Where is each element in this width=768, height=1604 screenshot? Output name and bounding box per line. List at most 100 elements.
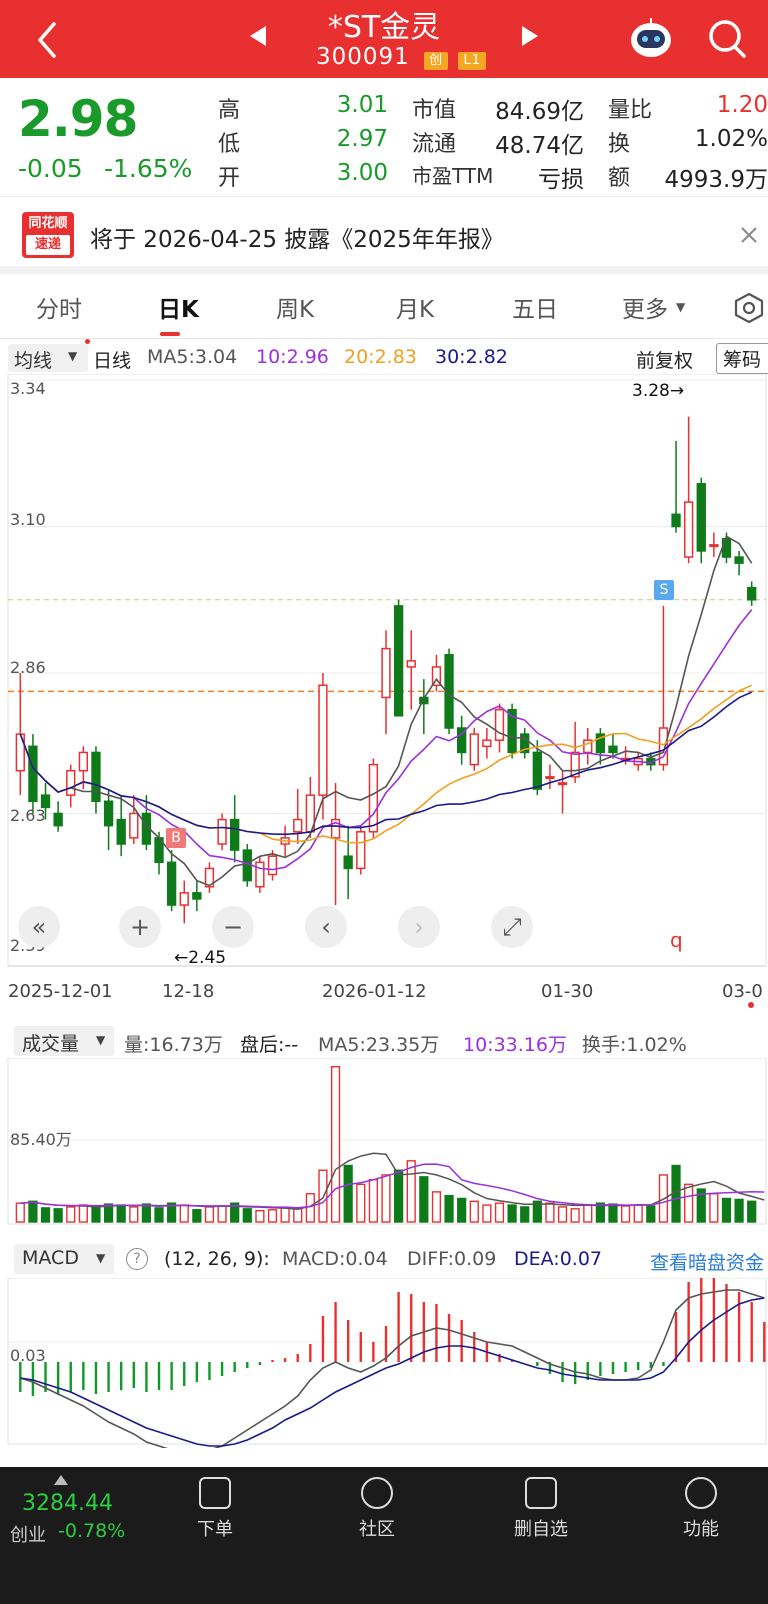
dark-pool-link[interactable]: 查看暗盘资金	[650, 1248, 768, 1275]
volume-bar	[633, 1204, 643, 1223]
quote-label: 额	[608, 166, 631, 191]
volume-bar	[53, 1208, 63, 1223]
volume-indicator-select[interactable]: 成交量 ▼	[14, 1026, 114, 1056]
announcement-text: 将于 2026-04-25 披露《2025年年报》	[90, 227, 504, 253]
volume-bar	[343, 1164, 353, 1223]
candle-body	[482, 739, 492, 748]
bottom-nav-1[interactable]: 社区	[334, 1477, 420, 1541]
candle-body	[532, 751, 542, 790]
ma20-value: 20:2.83	[344, 346, 417, 368]
tab-0[interactable]: 分时	[36, 290, 82, 324]
settings-hexagon-icon[interactable]	[733, 292, 765, 324]
bottom-nav-label: 删自选	[514, 1519, 568, 1540]
tab-3[interactable]: 月K	[396, 290, 434, 324]
candle-body	[192, 892, 202, 900]
function-icon	[685, 1477, 717, 1509]
chips-button[interactable]: 筹码	[716, 343, 768, 374]
pan-left-icon[interactable]: ‹	[305, 906, 347, 948]
stock-code: 300091	[316, 44, 410, 70]
candle-body	[356, 831, 366, 870]
tab-5[interactable]: 更多	[622, 290, 668, 324]
sell-marker[interactable]: S	[654, 580, 674, 600]
quote-value: 1.20	[716, 92, 768, 118]
volume-bar	[40, 1207, 51, 1223]
candle-body	[66, 769, 76, 796]
candle-body	[608, 745, 618, 754]
volume-bar	[28, 1200, 38, 1223]
robot-assistant-icon[interactable]	[628, 16, 674, 60]
vol-ma10-line	[20, 1163, 765, 1209]
volume-y-label: 85.40万	[10, 1130, 72, 1149]
quote-value: 1.02%	[694, 126, 768, 152]
bottom-nav-label: 功能	[683, 1519, 719, 1540]
diff-value: DIFF:0.09	[407, 1248, 497, 1270]
volume-bar	[381, 1174, 391, 1223]
bottom-nav-label: 下单	[197, 1519, 233, 1540]
active-tab-indicator	[160, 332, 180, 336]
fullscreen-icon[interactable]: ⤢	[491, 906, 533, 948]
tab-4[interactable]: 五日	[512, 290, 558, 324]
bottom-nav-2[interactable]: 删自选	[498, 1477, 584, 1541]
candle-body	[734, 556, 744, 564]
volume-bar	[91, 1205, 101, 1223]
help-icon[interactable]: ?	[126, 1248, 148, 1270]
volume-chart[interactable]	[0, 1058, 768, 1226]
volume-bar	[78, 1204, 88, 1223]
volume-bar	[709, 1193, 719, 1223]
zoom-out-icon[interactable]: −	[212, 906, 254, 948]
ths-express-logo: 同花顺 速递	[22, 212, 74, 258]
volume-bar	[330, 1066, 341, 1223]
close-icon[interactable]	[740, 226, 758, 244]
candle-body	[709, 544, 719, 548]
search-icon[interactable]	[708, 18, 748, 60]
quote-value: 亏损	[538, 167, 584, 193]
pan-right-icon[interactable]: ›	[398, 906, 440, 948]
order-icon	[199, 1477, 231, 1509]
ma-indicator-select[interactable]: 均线 ▼	[8, 344, 88, 372]
diff-line	[20, 1289, 765, 1448]
volume-bar	[457, 1197, 467, 1223]
tab-2[interactable]: 周K	[276, 290, 314, 324]
adjust-mode[interactable]: 前复权	[636, 346, 693, 373]
date-label: 2025-12-01	[8, 981, 113, 1002]
index-value[interactable]: 3284.44	[22, 1491, 113, 1516]
macd-indicator-select[interactable]: MACD ▼	[14, 1244, 114, 1274]
zoom-in-icon[interactable]: +	[119, 906, 161, 948]
candle-body	[494, 708, 505, 741]
volume-bar	[406, 1160, 416, 1223]
volume-bar	[583, 1204, 593, 1223]
volume-bar	[557, 1206, 568, 1223]
q-marker[interactable]: q	[670, 928, 683, 952]
candle-body	[696, 483, 706, 552]
bottom-nav-3[interactable]: 功能	[658, 1477, 744, 1541]
community-icon	[361, 1477, 393, 1509]
candle-body	[671, 513, 681, 528]
vol-ma5-line	[20, 1152, 765, 1210]
volume-bar	[747, 1200, 757, 1223]
volume-bar	[620, 1205, 631, 1223]
candle-body	[293, 818, 303, 833]
buy-marker[interactable]: B	[166, 828, 186, 848]
volume-bar	[520, 1206, 530, 1223]
after-hours-value: 盘后:--	[240, 1034, 299, 1056]
dea-line	[20, 1297, 765, 1447]
tab-1[interactable]: 日K	[158, 290, 199, 324]
next-stock-icon[interactable]	[518, 24, 542, 48]
candle-body	[78, 751, 89, 772]
remove-watchlist-icon	[525, 1477, 557, 1509]
volume-bar	[507, 1204, 517, 1223]
quote-value: 48.74亿	[495, 133, 584, 159]
volume-bar	[684, 1183, 694, 1223]
bottom-nav-0[interactable]: 下单	[172, 1477, 258, 1541]
price-change-pct: -1.65%	[104, 154, 193, 183]
divider	[0, 338, 768, 339]
collapse-left-icon[interactable]: «	[18, 906, 60, 948]
macd-chart[interactable]	[0, 1278, 768, 1448]
date-label: 2026-01-12	[322, 981, 427, 1002]
volume-bar	[66, 1206, 76, 1223]
volume-bar	[734, 1198, 744, 1223]
kline-chart[interactable]	[0, 374, 768, 970]
volume-bar	[154, 1207, 164, 1223]
announcement-banner[interactable]: 同花顺 速递 将于 2026-04-25 披露《2025年年报》	[0, 204, 768, 266]
volume-bar	[242, 1208, 252, 1223]
